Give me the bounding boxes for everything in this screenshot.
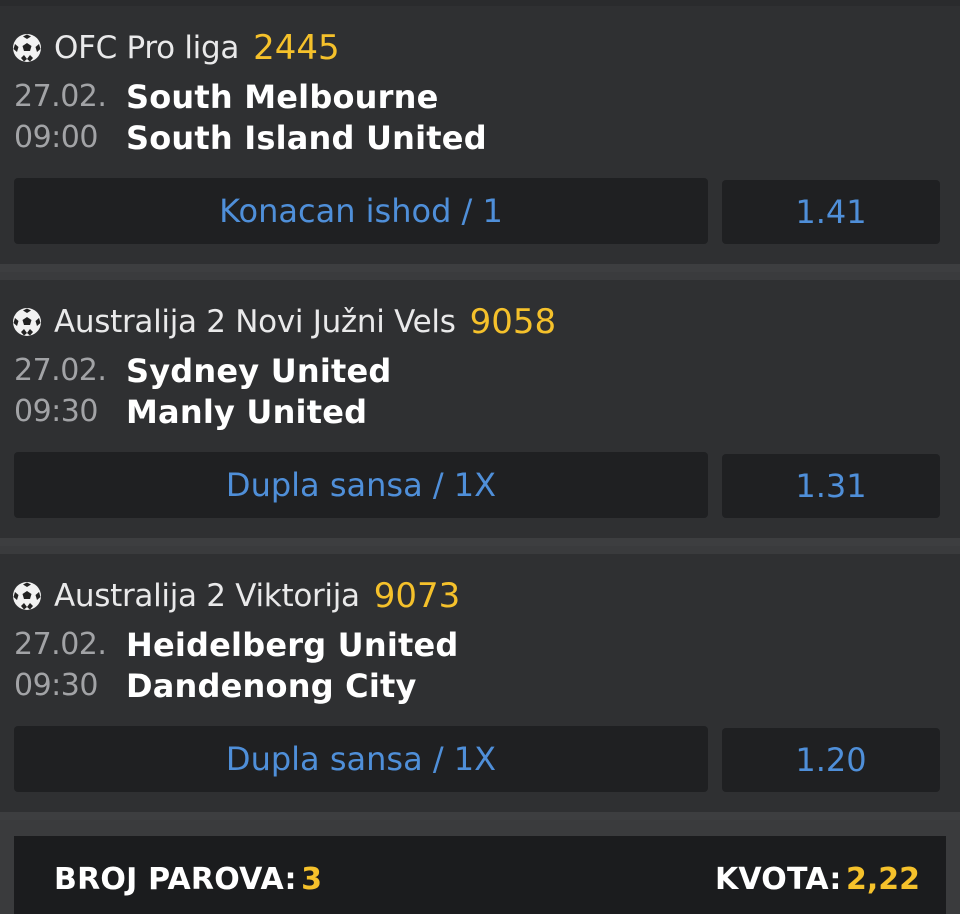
home-team: South Melbourne bbox=[126, 77, 439, 116]
match-card: Australija 2 Novi Južni Vels 9058 27.02.… bbox=[0, 280, 960, 546]
away-line: 09:30 Dandenong City bbox=[14, 665, 459, 706]
league-name: Australija 2 Viktorija bbox=[54, 578, 360, 614]
soccer-ball-icon bbox=[13, 308, 41, 336]
match-code: 2445 bbox=[253, 28, 340, 68]
match-code: 9073 bbox=[373, 576, 461, 616]
match-date: 27.02. bbox=[14, 353, 107, 388]
card-divider bbox=[0, 812, 960, 820]
total-odds-label: KVOTA: bbox=[714, 862, 842, 897]
odds-button[interactable]: 1.31 bbox=[722, 454, 940, 518]
home-team: Heidelberg United bbox=[126, 625, 459, 664]
match-time: 09:30 bbox=[14, 668, 98, 703]
match-date: 27.02. bbox=[14, 79, 107, 114]
league-row: Australija 2 Viktorija 9073 bbox=[12, 576, 460, 616]
soccer-ball-icon bbox=[13, 34, 41, 62]
bet-type-button[interactable]: Dupla sansa / 1X bbox=[14, 452, 708, 518]
teams-block: 27.02. Sydney United 09:30 Manly United bbox=[14, 350, 392, 432]
away-team: South Island United bbox=[126, 118, 487, 157]
home-line: 27.02. Heidelberg United bbox=[14, 624, 459, 665]
match-date: 27.02. bbox=[14, 627, 107, 662]
soccer-ball-icon bbox=[13, 582, 41, 610]
pairs-label: BROJ PAROVA: bbox=[54, 862, 297, 897]
away-team: Manly United bbox=[126, 392, 368, 431]
odds-button[interactable]: 1.41 bbox=[722, 180, 940, 244]
league-name: OFC Pro liga bbox=[54, 30, 240, 66]
teams-block: 27.02. Heidelberg United 09:30 Dandenong… bbox=[14, 624, 459, 706]
match-time: 09:30 bbox=[14, 394, 98, 429]
league-name: Australija 2 Novi Južni Vels bbox=[54, 304, 456, 340]
match-card: Australija 2 Viktorija 9073 27.02. Heide… bbox=[0, 554, 960, 820]
teams-block: 27.02. South Melbourne 09:00 South Islan… bbox=[14, 76, 487, 158]
away-line: 09:30 Manly United bbox=[14, 391, 392, 432]
match-time: 09:00 bbox=[14, 120, 98, 155]
pairs-value: 3 bbox=[301, 862, 323, 897]
away-line: 09:00 South Island United bbox=[14, 117, 487, 158]
odds-button[interactable]: 1.20 bbox=[722, 728, 940, 792]
home-line: 27.02. South Melbourne bbox=[14, 76, 487, 117]
league-row: OFC Pro liga 2445 bbox=[12, 28, 340, 68]
away-team: Dandenong City bbox=[126, 666, 417, 705]
ticket-summary-bar: BROJ PAROVA: 3 KVOTA: 2,22 bbox=[14, 836, 946, 914]
card-divider bbox=[0, 538, 960, 546]
match-card: OFC Pro liga 2445 27.02. South Melbourne… bbox=[0, 6, 960, 272]
league-row: Australija 2 Novi Južni Vels 9058 bbox=[12, 302, 556, 342]
home-line: 27.02. Sydney United bbox=[14, 350, 392, 391]
card-divider bbox=[0, 264, 960, 272]
match-code: 9058 bbox=[469, 302, 557, 342]
pairs-count: BROJ PAROVA: 3 bbox=[54, 862, 322, 897]
bet-type-button[interactable]: Konacan ishod / 1 bbox=[14, 178, 708, 244]
home-team: Sydney United bbox=[126, 351, 392, 390]
total-odds: KVOTA: 2,22 bbox=[715, 862, 920, 897]
bet-type-button[interactable]: Dupla sansa / 1X bbox=[14, 726, 708, 792]
ticket-page: OFC Pro liga 2445 27.02. South Melbourne… bbox=[0, 0, 960, 914]
total-odds-value: 2,22 bbox=[845, 862, 920, 897]
